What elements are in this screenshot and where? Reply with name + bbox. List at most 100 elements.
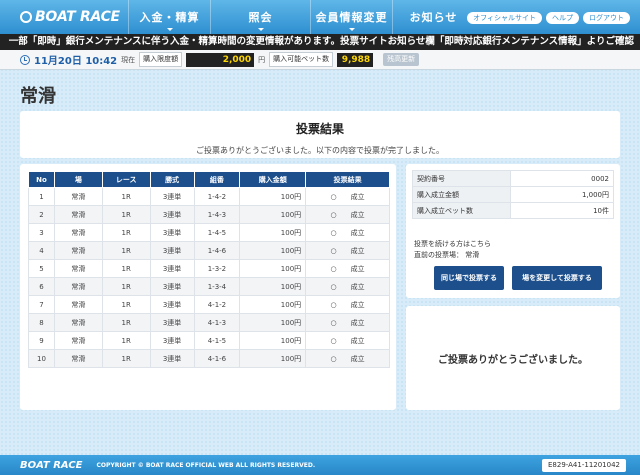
cell-no: 10 xyxy=(28,349,55,368)
official-site-link[interactable]: オフィシャルサイト xyxy=(467,12,542,24)
copyright-text: COPYRIGHT © BOAT RACE OFFICIAL WEB ALL R… xyxy=(96,461,316,469)
table-row: 5 常滑 1R 3連単 1-3-2 100円 ○ 成立 xyxy=(28,259,390,278)
menu-inquiry[interactable]: 照会 xyxy=(210,0,310,34)
cell-bet-type: 3連単 xyxy=(149,313,195,332)
cell-result: ○ 成立 xyxy=(305,313,390,332)
cell-amount: 100円 xyxy=(239,295,307,314)
result-status: 成立 xyxy=(350,228,365,237)
col-no: No xyxy=(28,171,55,188)
table-row: 9 常滑 1R 3連単 4-1-5 100円 ○ 成立 xyxy=(28,331,390,350)
result-status: 成立 xyxy=(350,192,365,201)
col-amount: 購入金額 xyxy=(239,171,307,188)
cell-result: ○ 成立 xyxy=(305,277,390,296)
cell-no: 4 xyxy=(28,241,55,260)
menu-news[interactable]: お知らせ xyxy=(392,0,474,34)
cell-bet-type: 3連単 xyxy=(149,223,195,242)
result-circle-icon: ○ xyxy=(330,318,337,327)
yen-unit: 円 xyxy=(258,55,266,64)
summary-row: 契約番号 0002 xyxy=(412,170,614,187)
total-bets-value: 10件 xyxy=(510,202,614,219)
cell-bet-type: 3連単 xyxy=(149,349,195,368)
table-row: 1 常滑 1R 3連単 1-4-2 100円 ○ 成立 xyxy=(28,187,390,206)
caret-down-icon xyxy=(166,28,173,31)
cell-venue: 常滑 xyxy=(53,349,103,368)
cell-bet-type: 3連単 xyxy=(149,331,195,350)
cell-venue: 常滑 xyxy=(53,205,103,224)
cell-combination: 1-4-3 xyxy=(193,205,241,224)
cell-result: ○ 成立 xyxy=(305,295,390,314)
summary-row: 購入成立金額 1,000円 xyxy=(412,186,614,203)
total-bets-label: 購入成立ベット数 xyxy=(412,202,511,219)
bets-table-panel: No 場 レース 勝式 組番 購入金額 投票結果 1 常滑 1R 3連単 1-4-2 10… xyxy=(20,164,396,410)
cell-venue: 常滑 xyxy=(53,277,103,296)
result-circle-icon: ○ xyxy=(330,246,337,255)
result-circle-icon: ○ xyxy=(330,192,337,201)
footer-logo: BOAT RACE xyxy=(20,459,83,471)
summary-row: 購入成立ベット数 10件 xyxy=(412,202,614,219)
cell-venue: 常滑 xyxy=(53,259,103,278)
cell-amount: 100円 xyxy=(239,205,307,224)
result-circle-icon: ○ xyxy=(330,336,337,345)
cell-venue: 常滑 xyxy=(53,223,103,242)
table-header-row: No 場 レース 勝式 組番 購入金額 投票結果 xyxy=(28,171,390,188)
cell-no: 1 xyxy=(28,187,55,206)
cell-combination: 4-1-3 xyxy=(193,313,241,332)
total-amount-label: 購入成立金額 xyxy=(412,186,511,203)
cell-result: ○ 成立 xyxy=(305,349,390,368)
bets-value: 9,988 xyxy=(337,52,374,67)
cell-combination: 1-4-2 xyxy=(193,187,241,206)
limit-value: 2,000 xyxy=(186,52,255,67)
thanks-panel: ご投票ありがとうございました。 xyxy=(406,306,620,410)
col-combination: 組番 xyxy=(193,171,241,188)
boatrace-logo[interactable]: BOAT RACE xyxy=(0,0,128,34)
cell-amount: 100円 xyxy=(239,313,307,332)
cell-amount: 100円 xyxy=(239,259,307,278)
cell-amount: 100円 xyxy=(239,277,307,296)
cell-race: 1R xyxy=(101,313,151,332)
cell-result: ○ 成立 xyxy=(305,223,390,242)
cell-amount: 100円 xyxy=(239,241,307,260)
change-venue-button[interactable]: 場を変更して投票する xyxy=(512,266,602,290)
help-link[interactable]: ヘルプ xyxy=(546,12,579,24)
cell-race: 1R xyxy=(101,241,151,260)
bets-table-body: 1 常滑 1R 3連単 1-4-2 100円 ○ 成立 2 常滑 1R 3連単 1-4-3 100円 ○ 成立… xyxy=(28,187,390,368)
menu-deposit[interactable]: 入金・精算 xyxy=(128,0,210,34)
result-status: 成立 xyxy=(350,318,365,327)
caret-down-icon xyxy=(257,28,264,31)
cell-bet-type: 3連単 xyxy=(149,259,195,278)
reload-balance-button[interactable]: 残高更新 xyxy=(383,53,420,66)
cell-amount: 100円 xyxy=(239,349,307,368)
cell-race: 1R xyxy=(101,259,151,278)
result-status: 成立 xyxy=(350,300,365,309)
table-row: 8 常滑 1R 3連単 4-1-3 100円 ○ 成立 xyxy=(28,313,390,332)
result-status: 成立 xyxy=(350,264,365,273)
cell-amount: 100円 xyxy=(239,187,307,206)
vote-same-venue-button[interactable]: 同じ場で投票する xyxy=(434,266,504,290)
col-venue: 場 xyxy=(53,171,103,188)
menu-news-label: お知らせ xyxy=(409,11,458,24)
cell-combination: 1-4-6 xyxy=(193,241,241,260)
cell-venue: 常滑 xyxy=(53,295,103,314)
cell-no: 8 xyxy=(28,313,55,332)
page-title: 常滑 xyxy=(20,86,56,107)
cell-no: 2 xyxy=(28,205,55,224)
cell-race: 1R xyxy=(101,205,151,224)
table-row: 2 常滑 1R 3連単 1-4-3 100円 ○ 成立 xyxy=(28,205,390,224)
cell-combination: 4-1-6 xyxy=(193,349,241,368)
result-circle-icon: ○ xyxy=(330,228,337,237)
thanks-message: ご投票ありがとうございました。 xyxy=(438,354,588,366)
menu-deposit-label: 入金・精算 xyxy=(139,11,200,24)
bets-table: No 場 レース 勝式 組番 購入金額 投票結果 1 常滑 1R 3連単 1-4-2 10… xyxy=(28,171,390,368)
cell-venue: 常滑 xyxy=(53,331,103,350)
cell-combination: 1-3-2 xyxy=(193,259,241,278)
cell-race: 1R xyxy=(101,223,151,242)
cell-race: 1R xyxy=(101,187,151,206)
notice-banner[interactable]: 一部「即時」銀行メンテナンスに伴う入金・精算時間の変更情報があります。投票サイト… xyxy=(0,34,640,50)
logout-button[interactable]: ログアウト xyxy=(583,12,630,24)
col-result: 投票結果 xyxy=(305,171,390,188)
contract-no-value: 0002 xyxy=(510,170,614,187)
menu-member-info[interactable]: 会員情報変更 xyxy=(310,0,392,34)
last-venue-text: 直前の投票場： 常滑 xyxy=(414,251,480,259)
cell-result: ○ 成立 xyxy=(305,205,390,224)
cell-combination: 1-4-5 xyxy=(193,223,241,242)
